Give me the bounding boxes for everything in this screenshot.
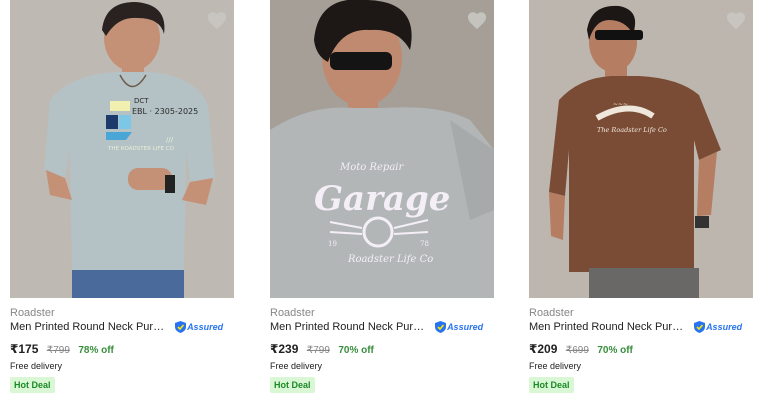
svg-text:DCT: DCT bbox=[134, 97, 149, 105]
svg-text:Garage: Garage bbox=[314, 179, 450, 219]
price-row: ₹239 ₹799 70% off bbox=[270, 340, 374, 358]
assured-label: Assured bbox=[187, 322, 224, 333]
svg-text:The Roadster Life Co: The Roadster Life Co bbox=[597, 126, 667, 134]
hot-deal-badge: Hot Deal bbox=[529, 377, 574, 393]
product-brand: Roadster bbox=[270, 307, 315, 319]
delivery-info: Free delivery bbox=[270, 361, 323, 371]
assured-shield-icon bbox=[175, 321, 187, 334]
original-price: ₹799 bbox=[306, 345, 330, 356]
product-title[interactable]: Men Printed Round Neck Pure C... bbox=[10, 321, 170, 333]
product-card-2[interactable]: Moto Repair Garage Roadster Life Co 19 7… bbox=[270, 0, 494, 402]
svg-text:THE ROADSTER LIFE CO: THE ROADSTER LIFE CO bbox=[107, 146, 175, 152]
wishlist-heart-icon[interactable] bbox=[466, 10, 488, 30]
svg-text:///: /// bbox=[166, 136, 174, 144]
selling-price: ₹175 bbox=[10, 342, 39, 356]
product-card-3[interactable]: The Roadster Life Co ~~~ Roadster Men Pr… bbox=[529, 0, 753, 402]
product-title[interactable]: Men Printed Round Neck Pure C... bbox=[270, 321, 430, 333]
svg-text:~~~: ~~~ bbox=[613, 101, 628, 108]
hot-deal-badge: Hot Deal bbox=[270, 377, 315, 393]
price-row: ₹209 ₹699 70% off bbox=[529, 340, 633, 358]
discount-percent: 78% off bbox=[78, 345, 114, 356]
svg-text:Roadster Life Co: Roadster Life Co bbox=[347, 254, 433, 265]
product-brand: Roadster bbox=[529, 307, 574, 319]
product-image-2[interactable]: Moto Repair Garage Roadster Life Co 19 7… bbox=[270, 0, 494, 298]
assured-badge: Assured bbox=[694, 321, 743, 334]
assured-label: Assured bbox=[706, 322, 743, 333]
discount-percent: 70% off bbox=[597, 345, 633, 356]
assured-label: Assured bbox=[447, 322, 484, 333]
original-price: ₹799 bbox=[46, 345, 70, 356]
selling-price: ₹209 bbox=[529, 342, 558, 356]
product-image-1[interactable]: EBL · 2305-2025 DCT THE ROADSTER LIFE CO… bbox=[10, 0, 234, 298]
svg-text:19: 19 bbox=[328, 240, 337, 248]
wishlist-heart-icon[interactable] bbox=[206, 10, 228, 30]
assured-shield-icon bbox=[694, 321, 706, 334]
delivery-info: Free delivery bbox=[529, 361, 582, 371]
product-brand: Roadster bbox=[10, 307, 55, 319]
delivery-info: Free delivery bbox=[10, 361, 63, 371]
svg-text:78: 78 bbox=[420, 240, 429, 248]
svg-text:Moto Repair: Moto Repair bbox=[339, 162, 404, 173]
original-price: ₹699 bbox=[565, 345, 589, 356]
selling-price: ₹239 bbox=[270, 342, 299, 356]
assured-shield-icon bbox=[435, 321, 447, 334]
price-row: ₹175 ₹799 78% off bbox=[10, 340, 114, 358]
svg-text:EBL · 2305-2025: EBL · 2305-2025 bbox=[132, 107, 198, 116]
product-image-3[interactable]: The Roadster Life Co ~~~ bbox=[529, 0, 753, 298]
product-title[interactable]: Men Printed Round Neck Pure C... bbox=[529, 321, 689, 333]
discount-percent: 70% off bbox=[338, 345, 374, 356]
hot-deal-badge: Hot Deal bbox=[10, 377, 55, 393]
assured-badge: Assured bbox=[435, 321, 484, 334]
product-card-1[interactable]: EBL · 2305-2025 DCT THE ROADSTER LIFE CO… bbox=[10, 0, 234, 402]
wishlist-heart-icon[interactable] bbox=[725, 10, 747, 30]
assured-badge: Assured bbox=[175, 321, 224, 334]
